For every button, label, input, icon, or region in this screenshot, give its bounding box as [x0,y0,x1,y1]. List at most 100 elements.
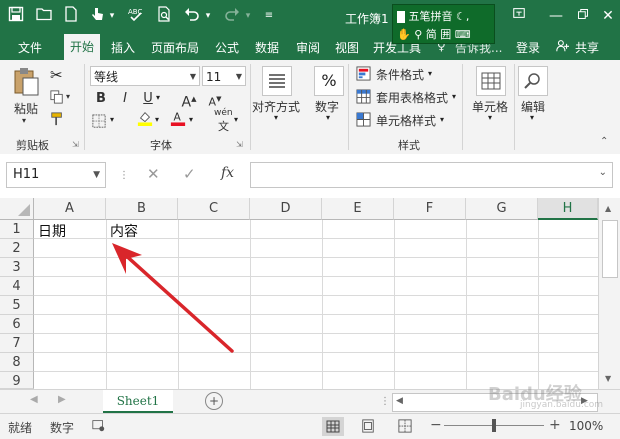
sheet-tab-sheet1[interactable]: Sheet1 [103,390,173,413]
tab-formulas[interactable]: 公式 [215,39,239,56]
font-name-select[interactable]: 等线 ▼ [90,66,200,86]
bold-icon[interactable]: B [92,90,110,108]
clipboard-launcher-icon[interactable]: ⇲ [72,140,79,149]
collapse-ribbon-icon[interactable]: ⌃ [600,136,608,147]
ribbon-display-options-icon[interactable] [508,6,530,26]
table-format-button[interactable]: 套用表格格式 [376,89,448,106]
paste-dropdown-icon[interactable]: ▾ [22,116,26,125]
number-dropdown-icon[interactable]: ▾ [326,113,330,122]
decrease-font-icon[interactable]: A▼ [206,90,224,109]
ime-keyboard-icon[interactable]: ⌨ [455,28,471,41]
cell-style-icon[interactable] [356,112,371,130]
underline-icon[interactable]: U [139,90,157,108]
name-box-dropdown-icon[interactable]: ▼ [93,163,100,187]
login-link[interactable]: 登录 [516,39,540,56]
number-format-icon[interactable]: % [314,66,344,96]
print-preview-icon[interactable] [154,6,174,26]
close-icon[interactable]: ✕ [597,6,619,26]
scroll-down-icon[interactable]: ▼ [605,374,611,383]
name-box[interactable]: H11 ▼ [6,162,106,188]
font-size-select[interactable]: 11 ▼ [202,66,246,86]
zoom-out-icon[interactable]: − [430,417,442,433]
conditional-format-button[interactable]: 条件格式 [376,66,424,83]
tab-data[interactable]: 数据 [255,39,279,56]
tab-split-grip-icon[interactable]: ⋮ [380,396,390,407]
new-document-icon[interactable] [61,6,81,26]
cells-dropdown-icon[interactable]: ▾ [488,113,492,122]
tab-home[interactable]: 开始 [64,34,101,60]
redo-dropdown-icon[interactable]: ▾ [242,6,254,26]
zoom-slider-thumb[interactable] [492,419,496,432]
phonetic-guide-icon[interactable]: wén [214,108,233,118]
undo-dropdown-icon[interactable]: ▾ [202,6,214,26]
copy-icon[interactable] [50,90,64,107]
share-button[interactable]: 共享 [575,39,599,56]
restore-icon[interactable] [572,6,594,26]
tab-review[interactable]: 审阅 [296,39,320,56]
alignment-dropdown-icon[interactable]: ▾ [274,113,278,122]
spelling-check-icon[interactable]: ABC [126,6,146,26]
copy-dropdown-icon[interactable]: ▾ [66,92,70,101]
ime-moon-icon[interactable]: ☾ [456,10,466,23]
prev-sheet-icon[interactable]: ◀ [30,394,38,405]
ime-handle-icon[interactable] [397,11,405,23]
zoom-level[interactable]: 100% [569,419,603,433]
add-sheet-icon[interactable]: + [205,392,223,410]
conditional-format-dropdown-icon[interactable]: ▾ [428,69,432,78]
normal-view-icon[interactable] [322,417,344,436]
tab-file[interactable]: 文件 [18,39,42,56]
increase-font-icon[interactable]: A▲ [180,90,198,111]
enter-check-icon[interactable]: ✓ [183,165,196,183]
borders-icon[interactable] [92,114,106,131]
cut-scissors-icon[interactable]: ✂ [50,66,63,84]
ime-punct-icon[interactable]: , [466,10,470,23]
ime-mode[interactable]: 简 [426,28,437,41]
tab-view[interactable]: 视图 [335,39,359,56]
expand-formula-icon[interactable]: ⌄ [599,167,607,178]
paste-clipboard-icon[interactable] [10,66,42,98]
editing-dropdown-icon[interactable]: ▾ [530,113,534,122]
scroll-left-icon[interactable]: ◀ [396,396,403,406]
font-color-icon[interactable]: A [170,110,186,129]
fill-color-dropdown-icon[interactable]: ▾ [155,115,159,124]
table-format-dropdown-icon[interactable]: ▾ [452,92,456,101]
phonetic-dropdown-icon[interactable]: ▾ [234,115,238,124]
conditional-format-icon[interactable] [356,66,371,84]
vertical-scrollbar[interactable]: ▲ ▼ [598,198,620,389]
page-layout-view-icon[interactable] [361,419,375,436]
fill-color-icon[interactable] [137,110,153,129]
touch-mode-icon[interactable] [87,6,107,26]
next-sheet-icon[interactable]: ▶ [58,394,66,405]
editing-search-icon[interactable] [518,66,548,96]
ime-mode2[interactable]: 囲 [440,28,451,41]
borders-dropdown-icon[interactable]: ▾ [110,115,114,124]
ime-search-icon[interactable]: ⚲ [414,28,422,41]
cancel-icon[interactable]: ✕ [147,165,160,183]
undo-icon[interactable] [182,6,202,26]
italic-icon[interactable]: I [116,90,134,108]
cell-style-button[interactable]: 单元格样式 [376,112,436,129]
table-format-icon[interactable] [356,89,371,107]
vertical-scroll-thumb[interactable] [602,220,618,278]
cells-icon[interactable] [476,66,506,96]
ime-hand-icon[interactable]: ✋ [397,28,411,41]
font-color-dropdown-icon[interactable]: ▾ [189,115,193,124]
ime-name[interactable]: 五笔拼音 [409,10,453,23]
font-launcher-icon[interactable]: ⇲ [236,140,243,149]
underline-dropdown-icon[interactable]: ▾ [156,93,160,102]
save-icon[interactable] [6,6,26,26]
open-folder-icon[interactable] [34,6,54,26]
paste-button[interactable]: 粘贴 [14,100,38,117]
customize-toolbar-icon[interactable]: ≡ [262,6,276,26]
macro-record-icon[interactable] [92,419,105,435]
tab-page-layout[interactable]: 页面布局 [151,39,199,56]
page-break-view-icon[interactable] [398,419,412,436]
insert-function-icon[interactable]: fx [221,165,234,181]
touch-mode-dropdown-icon[interactable]: ▾ [106,6,118,26]
formula-input[interactable]: ⌄ [250,162,613,188]
share-user-icon[interactable] [556,39,569,55]
minimize-icon[interactable]: — [545,6,567,26]
zoom-in-icon[interactable]: + [549,417,561,433]
scroll-up-icon[interactable]: ▲ [605,204,611,213]
tab-insert[interactable]: 插入 [111,39,135,56]
